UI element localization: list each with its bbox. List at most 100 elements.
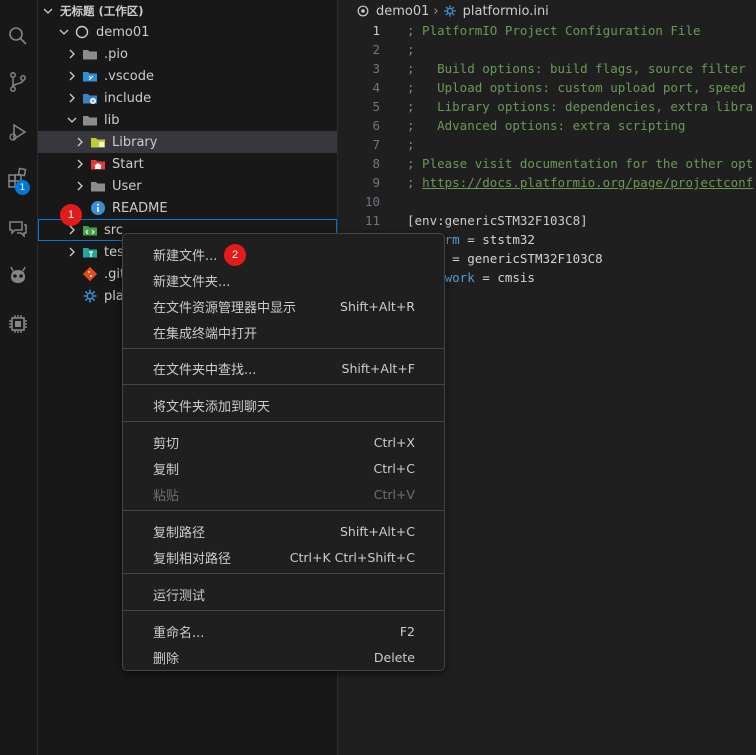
menu-item-cut[interactable]: 剪切 Ctrl+X [127,429,440,455]
tree-item-label: demo01 [96,24,150,40]
chevron-down-icon [64,112,80,128]
platformio-alien-icon[interactable] [4,262,32,290]
menu-item-open-in-terminal[interactable]: 在集成终端中打开 [127,319,440,345]
menu-item-add-folder-to-chat[interactable]: 将文件夹添加到聊天 [127,392,440,418]
menu-item-label: 新建文件... [153,248,218,264]
menu-item-shortcut: Ctrl+X [373,434,415,450]
chat-icon[interactable] [4,214,32,242]
run-debug-icon[interactable] [4,118,32,146]
menu-item-copy-relative-path[interactable]: 复制相对路径 Ctrl+K Ctrl+Shift+C [127,544,440,570]
tree-item-label: src [104,222,123,238]
menu-item-label: 删除 [153,651,180,667]
menu-item-shortcut: Delete [373,649,415,665]
chevron-right-icon [64,244,80,260]
tree-item-label: Library [112,134,158,150]
step-marker-2: 2 [224,244,246,266]
menu-item-label: 重命名... [153,625,205,641]
code-text: ; Build options: build flags, source fil… [407,61,746,76]
menu-item-shortcut: Shift+Alt+R [340,298,415,314]
menu-item-label: 复制 [153,462,180,478]
menu-separator [123,573,444,574]
src-folder-icon [82,222,98,238]
code-text: ; [407,137,415,152]
code-line: 9; https://docs.platformio.org/page/proj… [338,173,756,192]
menu-item-label: 复制相对路径 [153,551,232,567]
tree-item-lib[interactable]: lib [38,109,337,131]
chevron-right-icon [72,178,88,194]
workspace-header[interactable]: 无标题 (工作区) [38,0,337,22]
source-control-icon[interactable] [4,68,32,96]
tree-item-label: .vscode [104,68,154,84]
tree-item-label: .pio [104,46,128,62]
menu-item-shortcut: Ctrl+K Ctrl+Shift+C [289,549,415,565]
tree-item-include[interactable]: include [38,87,337,109]
menu-item-label: 剪切 [153,436,180,452]
code-text: ; [407,42,415,57]
folder-icon [90,178,106,194]
context-menu: 新建文件... 新建文件夹... 在文件资源管理器中显示 Shift+Alt+R … [122,233,445,671]
docs-link[interactable]: https://docs.platformio.org/page/project… [422,175,753,190]
tree-item-demo01[interactable]: demo01 [38,21,337,43]
tree-item-start[interactable]: Start [38,153,337,175]
menu-item-copy-path[interactable]: 复制路径 Shift+Alt+C [127,518,440,544]
menu-item-reveal-in-explorer[interactable]: 在文件资源管理器中显示 Shift+Alt+R [127,293,440,319]
line-number: 2 [372,42,380,57]
tree-item-label: lib [104,112,120,128]
code-line: 2; [338,40,756,59]
chevron-right-icon [72,156,88,172]
line-number: 4 [372,80,380,95]
menu-item-shortcut: Shift+Alt+F [341,360,415,376]
menu-item-label: 在集成终端中打开 [153,326,258,342]
code-line: 5 ; Library options: dependencies, extra … [338,97,756,116]
line-number: 9 [372,175,380,190]
menu-separator [123,510,444,511]
menu-item-find-in-folder[interactable]: 在文件夹中查找... Shift+Alt+F [127,355,440,381]
workspace-title: 无标题 (工作区) [60,4,144,18]
breadcrumb-folder[interactable]: demo01 [376,4,429,19]
code-text: [env:genericSTM32F103C8] [407,213,588,228]
code-line: 4 ; Upload options: custom upload port, s… [338,78,756,97]
tree-item-label: Start [112,156,144,172]
tree-item-library[interactable]: Library [38,131,337,153]
tree-item-pio[interactable]: .pio [38,43,337,65]
menu-item-label: 将文件夹添加到聊天 [153,399,271,415]
code-text: ; [407,175,423,190]
tree-item-vscode[interactable]: .vscode [38,65,337,87]
test-folder-icon [82,244,98,260]
code-text: ; Upload options: custom upload port, sp… [407,80,746,95]
code-line: 3 ; Build options: build flags, source fi… [338,59,756,78]
chevron-right-icon [72,134,88,150]
menu-item-rename[interactable]: 重命名... F2 [127,618,440,644]
tree-item-label: README [112,200,168,216]
line-number: 10 [364,194,380,209]
line-number: 1 [372,23,380,38]
breadcrumb-file[interactable]: platformio.ini [463,4,549,19]
code-value: = ststm32 [459,232,535,247]
chevron-right-icon: › [433,3,439,19]
tree-item-user[interactable]: User [38,175,337,197]
menu-item-paste[interactable]: 粘贴 Ctrl+V [127,481,440,507]
code-text: ; PlatformIO Project Configuration File [407,23,701,38]
folder-icon [82,46,98,62]
menu-item-label: 复制路径 [153,525,206,541]
chevron-right-icon [64,46,80,62]
code-line: 10 [338,192,756,211]
chip-icon[interactable] [4,310,32,338]
menu-item-label: 新建文件夹... [153,274,231,290]
tree-item-label: include [104,90,152,106]
menu-item-new-file[interactable]: 新建文件... [127,241,440,267]
code-line: 1 ; PlatformIO Project Configuration File [338,21,756,40]
menu-item-label: 粘贴 [153,488,180,504]
chevron-down-icon [40,3,56,19]
tree-item-readme[interactable]: README [38,197,337,219]
menu-item-delete[interactable]: 删除 Delete [127,644,440,670]
menu-item-shortcut: F2 [399,623,415,639]
menu-separator [123,348,444,349]
line-number: 6 [372,118,380,133]
lib-folder-icon [82,112,98,128]
search-icon[interactable] [4,22,32,50]
step-marker-1: 1 [60,204,82,226]
menu-item-new-folder[interactable]: 新建文件夹... [127,267,440,293]
menu-item-copy[interactable]: 复制 Ctrl+C [127,455,440,481]
menu-item-run-tests[interactable]: 运行测试 [127,581,440,607]
